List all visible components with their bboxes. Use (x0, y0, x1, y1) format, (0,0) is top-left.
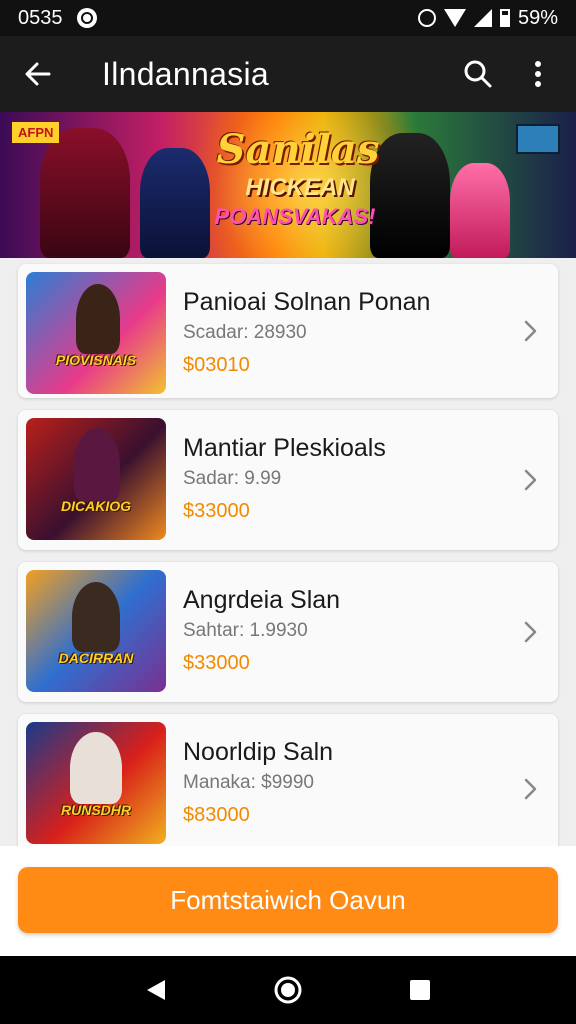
promo-banner[interactable]: AFPN Sanilas HICKEAN POANSVAKAS! (0, 112, 576, 258)
nav-recents-icon[interactable] (400, 970, 440, 1010)
status-right: 59% (417, 6, 558, 30)
banner-subtitle: HICKEAN (245, 174, 355, 201)
thumbnail-label: DICAKIOG (61, 498, 131, 514)
battery-percent: 59% (517, 6, 558, 29)
game-title: Noorldip Saln (183, 738, 334, 766)
battery-icon (499, 9, 510, 27)
nav-back-icon[interactable] (136, 970, 176, 1010)
banner-badge: AFPN (12, 122, 60, 143)
page-title: Ilndannasia (102, 55, 269, 92)
chevron-right-icon (524, 320, 537, 342)
chevron-right-icon (524, 621, 537, 643)
list-item[interactable]: DACIRRAN Angrdeia Slan Sahtar: 1.9930 $3… (18, 562, 558, 702)
game-subtitle: Scadar: 28930 (183, 322, 307, 343)
search-icon[interactable] (458, 54, 498, 94)
game-thumbnail: DICAKIOG (26, 418, 166, 540)
game-thumbnail: DACIRRAN (26, 570, 166, 692)
game-title: Angrdeia Slan (183, 586, 341, 614)
game-subtitle: Manaka: $9990 (183, 772, 314, 793)
status-bar: 0535 59% (0, 0, 576, 36)
back-arrow-icon[interactable] (18, 54, 58, 94)
alarm-icon (417, 9, 436, 27)
app-bar: Ilndannasia (0, 36, 576, 112)
game-price: $33000 (183, 500, 250, 522)
more-vert-icon[interactable] (518, 54, 558, 94)
bottom-action-area: Fomtstaiwich Oavun (0, 846, 576, 956)
banner-subtitle-2: POANSVAKAS! (214, 204, 376, 229)
game-title: Panioai Solnan Ponan (183, 288, 431, 316)
list-item[interactable]: DICAKIOG Mantiar Pleskioals Sadar: 9.99 … (18, 410, 558, 550)
system-nav-bar (0, 956, 576, 1024)
game-subtitle: Sadar: 9.99 (183, 468, 282, 489)
game-price: $03010 (183, 354, 250, 376)
chevron-right-icon (524, 778, 537, 800)
list-item[interactable]: RUNSDHR Noorldip Saln Manaka: $9990 $830… (18, 714, 558, 864)
primary-action-button[interactable]: Fomtstaiwich Oavun (18, 867, 558, 933)
thumbnail-label: DACIRRAN (58, 650, 134, 666)
list-item[interactable]: PIOVISNAIS Panioai Solnan Ponan Scadar: … (18, 264, 558, 398)
thumbnail-label: PIOVISNAIS (55, 352, 137, 368)
game-title: Mantiar Pleskioals (183, 434, 386, 462)
thumb-figure (76, 284, 120, 354)
banner-monitor (516, 124, 560, 154)
thumb-figure (70, 732, 122, 804)
signal-icon (473, 9, 492, 27)
status-left: 0535 (18, 7, 97, 30)
banner-title: Sanilas (216, 126, 380, 173)
chevron-right-icon (524, 469, 537, 491)
thumb-figure (72, 582, 120, 652)
game-price: $83000 (183, 804, 250, 826)
notification-icon (76, 8, 97, 28)
game-price: $33000 (183, 652, 250, 674)
game-thumbnail: PIOVISNAIS (26, 272, 166, 394)
game-thumbnail: RUNSDHR (26, 722, 166, 844)
thumbnail-label: RUNSDHR (61, 802, 131, 818)
thumb-figure (74, 428, 120, 502)
game-subtitle: Sahtar: 1.9930 (183, 620, 308, 641)
banner-character (40, 128, 130, 258)
nav-home-icon[interactable] (268, 970, 308, 1010)
wifi-icon (443, 9, 466, 27)
banner-character (450, 163, 510, 258)
status-time: 0535 (18, 6, 63, 29)
